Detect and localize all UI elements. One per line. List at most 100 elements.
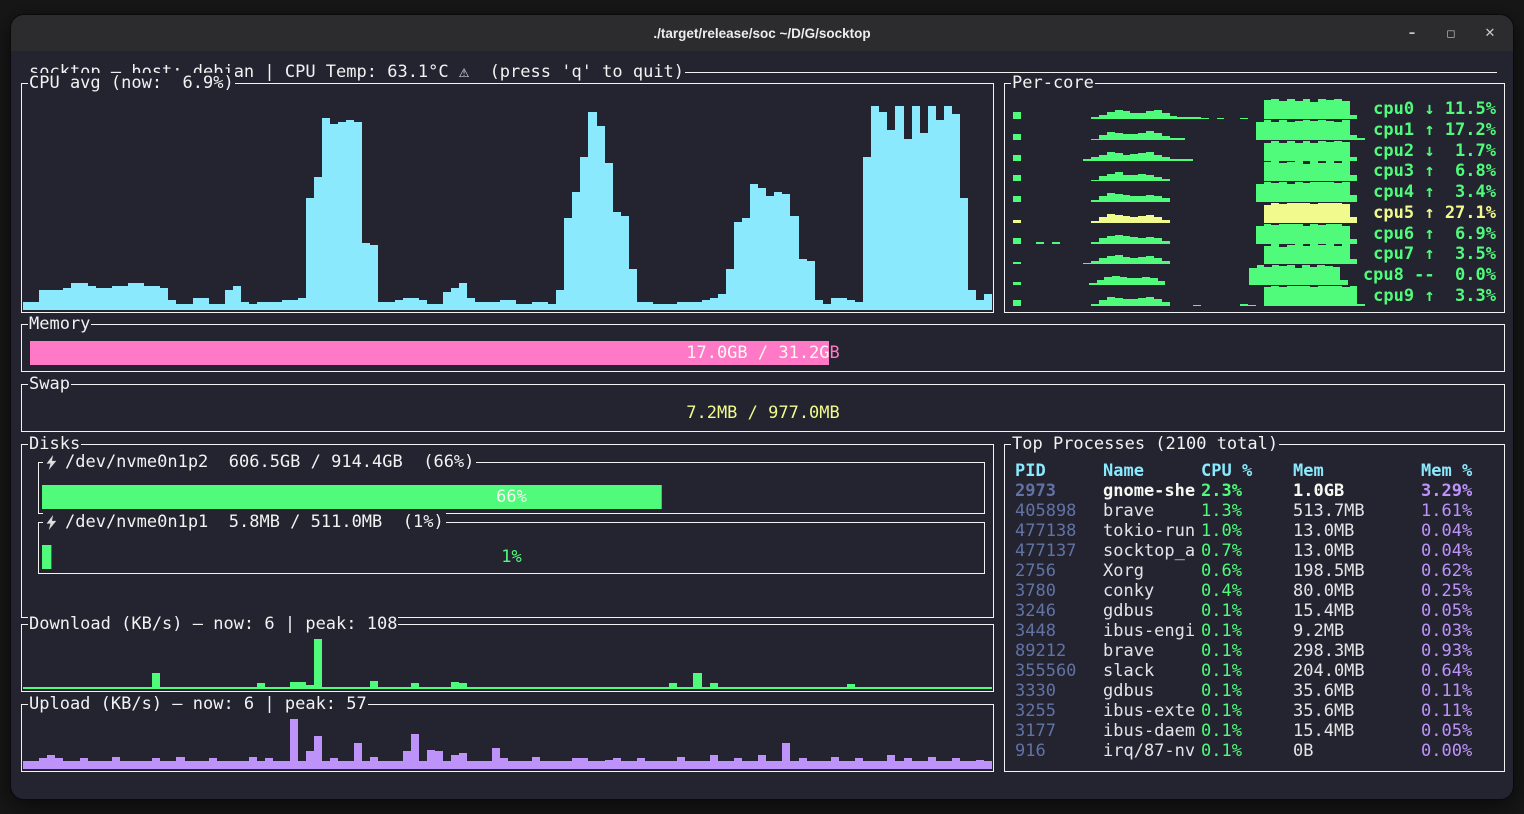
process-cell-pid: 2973 [1015,481,1103,501]
chart-bar [1350,259,1358,264]
process-cell-cpu: 1.0% [1201,521,1293,541]
chart-bar [1272,265,1280,285]
chart-bar [1013,282,1021,285]
process-row-2756: 2756Xorg0.6%198.5MB0.62% [1015,561,1498,581]
chart-bar [282,300,290,310]
chart-bar [427,304,435,310]
chart-bar [1287,141,1295,161]
chart-bar [1135,278,1143,286]
upload-panel: Upload (KB/s) — now: 6 | peak: 57 [21,704,994,772]
process-cell-name: slack [1103,661,1201,681]
chart-bar [1303,226,1311,244]
chart-bar [1036,242,1044,244]
maximize-icon[interactable]: ◻ [1444,27,1458,40]
chart-bar [225,290,233,310]
core-row-cpu1: cpu1 ↑ 17.2% [1013,120,1496,140]
chart-bar [1154,299,1162,306]
chart-bar [459,283,467,310]
process-cell-mem: 1.0GB [1293,481,1421,501]
core-sparkline [1013,120,1373,140]
chart-bar [1107,214,1115,223]
chart-bar [136,283,144,310]
chart-bar [1271,225,1279,243]
chart-bar [1295,121,1303,140]
process-cell-pid: 405898 [1015,501,1103,521]
process-table-header: PID Name CPU % Mem Mem % [1015,461,1498,481]
process-row-3255: 3255ibus-exte0.1%35.6MB0.11% [1015,701,1498,721]
chart-bar [1342,120,1350,140]
close-icon[interactable]: ✕ [1483,26,1497,41]
chart-bar [960,198,968,310]
process-cell-memp: 0.04% [1421,541,1498,561]
chart-bar [1342,204,1350,222]
chart-bar [1193,117,1201,119]
chart-bar [1310,102,1318,119]
chart-bar [1310,204,1318,223]
chart-bar [1342,161,1350,181]
chart-bar [1115,153,1123,160]
chart-bar [1091,221,1099,223]
chart-bar [597,126,605,310]
chart-bar [1146,237,1154,244]
chart-bar [1013,262,1021,265]
chart-bar [1099,238,1107,243]
chart-bar [936,120,944,310]
chart-bar [855,302,863,310]
chart-bar [1342,226,1350,244]
chart-bar [185,304,193,310]
chart-bar [710,298,718,310]
chart-bar [128,283,136,310]
process-cell-mem: 513.7MB [1293,501,1421,521]
window-titlebar[interactable]: ./target/release/soc ~/D/G/socktop – ◻ ✕ [11,15,1513,51]
chart-bar [346,120,354,310]
process-cell-memp: 0.64% [1421,661,1498,681]
chart-bar [661,304,669,310]
minimize-icon[interactable]: – [1405,26,1419,41]
swap-panel-title: Swap [28,374,71,394]
chart-bar [1303,99,1311,119]
core-row-cpu2: cpu2 ↓ 1.7% [1013,141,1496,161]
chart-bar [1107,174,1115,182]
chart-bar [1146,215,1154,223]
chart-bar [1123,111,1131,119]
chart-bar [475,302,483,310]
chart-bar [1318,99,1326,119]
chart-bar [1154,258,1162,264]
process-cell-mem: 15.4MB [1293,721,1421,741]
chart-bar [1138,298,1146,306]
chart-bar [322,118,330,310]
chart-bar [1279,266,1287,285]
chart-bar [653,304,661,310]
chart-bar [1107,112,1115,119]
chart-bar [23,302,31,310]
chart-bar [726,269,734,310]
core-sparkline [1013,182,1373,202]
process-row-477137: 477137socktop_a0.7%13.0MB0.04% [1015,541,1498,561]
chart-bar [1091,261,1099,264]
chart-bar [338,122,346,310]
chart-bar [209,304,217,310]
chart-bar [1350,239,1358,243]
chart-bar [1120,277,1128,285]
chart-bar [1334,122,1342,140]
chart-bar [1158,281,1166,285]
chart-bar [1170,159,1178,161]
core-sparkline [1013,161,1373,181]
chart-bar [1162,220,1170,223]
chart-bar [1089,283,1097,285]
chart-bar [1350,175,1358,181]
chart-bar [80,283,88,310]
chart-bar [104,288,112,310]
process-row-89212: 89212brave0.1%298.3MB0.93% [1015,641,1498,661]
chart-bar [1097,280,1105,286]
chart-bar [1154,110,1162,119]
process-cell-name: irq/87-nv [1103,741,1201,761]
chart-bar [1013,112,1021,119]
chart-bar [1302,265,1310,285]
chart-bar [887,130,895,310]
process-cell-mem: 204.0MB [1293,661,1421,681]
chart-bar [1115,255,1123,264]
chart-bar [1099,196,1107,202]
chart-bar [1162,302,1170,306]
chart-bar [1107,152,1115,161]
